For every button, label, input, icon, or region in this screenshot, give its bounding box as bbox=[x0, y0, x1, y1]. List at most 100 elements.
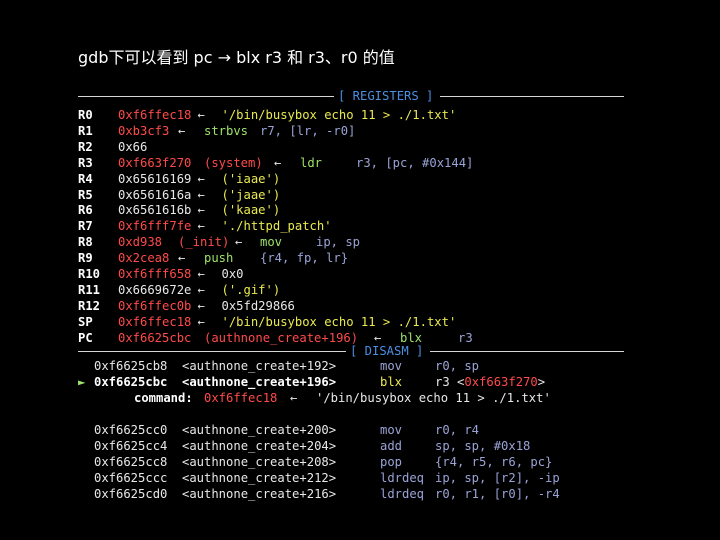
pointer-arrow: ← bbox=[274, 155, 282, 170]
register-value: 0x2cea8 bbox=[118, 251, 170, 266]
disasm-operands: r0, r1, [r0], -r4 bbox=[435, 486, 560, 501]
disasm-operands: sp, sp, #0x18 bbox=[435, 438, 531, 453]
register-value: 0xf663f270 bbox=[118, 155, 192, 170]
register-value: 0xf6fff658 bbox=[118, 267, 192, 281]
disasm-row: 0xf6625cb8 <authnone_create+192> mov r0, sp bbox=[78, 358, 624, 374]
disasm-header: [ DISASM ] bbox=[78, 343, 624, 359]
instruction-mnemonic: push bbox=[204, 251, 234, 266]
register-value: 0x65616169 bbox=[118, 171, 192, 186]
disasm-mnemonic: add bbox=[380, 438, 403, 453]
disasm-operands: r0, r4 bbox=[435, 423, 480, 437]
register-value: 0x6561616b bbox=[118, 203, 192, 218]
registers-header: [ REGISTERS ] bbox=[78, 88, 624, 104]
register-name: R2 bbox=[78, 139, 93, 154]
register-value: 0x66 bbox=[118, 139, 148, 154]
register-name: R6 bbox=[78, 203, 93, 218]
register-name: R7 bbox=[78, 219, 93, 234]
disasm-symbol: <authnone_create+200> bbox=[182, 423, 337, 437]
register-value: 0xf6fff7fe bbox=[118, 219, 192, 234]
register-row: R3 0xf663f270 (system) ← ldr r3, [pc, #0x144] bbox=[78, 155, 624, 171]
pointer-arrow: ← bbox=[197, 314, 205, 329]
disasm-symbol: <authnone_create+212> bbox=[182, 470, 337, 485]
pointer-arrow: ← bbox=[197, 187, 205, 202]
disasm-operands: {r4, r5, r6, pc} bbox=[435, 454, 553, 469]
command-label: command: bbox=[134, 391, 193, 405]
gdb-terminal: [ REGISTERS ] R0 0xf6ffec18 ← '/bin/busybox… bbox=[78, 88, 624, 503]
pointer-arrow: ← bbox=[197, 282, 205, 297]
instruction-operands: {r4, fp, lr} bbox=[260, 251, 349, 266]
register-row: SP 0xf6ffec18 ← '/bin/busybox echo 11 > ./1… bbox=[78, 314, 624, 330]
pointer-arrow: ← bbox=[197, 108, 205, 122]
disasm-row: 0xf6625cc4 <authnone_create+204> add sp, sp… bbox=[78, 438, 624, 454]
register-deref: '/bin/busybox echo 11 > ./1.txt' bbox=[221, 314, 457, 329]
disasm-row: 0xf6625cd0 <authnone_create+216> ldrdeq r0,… bbox=[78, 486, 624, 502]
disasm-address: 0xf6625cd0 bbox=[94, 486, 168, 501]
register-name: R11 bbox=[78, 282, 101, 297]
disasm-symbol: <authnone_create+204> bbox=[182, 438, 337, 453]
register-row: R4 0x65616169 ← ('iaae') bbox=[78, 171, 624, 187]
disasm-address: 0xf6625cc8 bbox=[94, 454, 168, 469]
command-row: command: 0xf6ffec18 ← '/bin/busybox echo 11… bbox=[78, 390, 624, 406]
disasm-mnemonic: ldrdeq bbox=[380, 470, 425, 485]
pointer-arrow: ← bbox=[178, 251, 186, 266]
register-row: R1 0xb3cf3 ← strbvs r7, [lr, -r0] bbox=[78, 123, 624, 139]
disasm-address: 0xf6625cc4 bbox=[94, 438, 168, 453]
disasm-mnemonic: mov bbox=[380, 423, 403, 437]
register-value: 0xf6ffec18 bbox=[118, 108, 192, 122]
disasm-operands: r3 <0xf663f270> bbox=[435, 374, 546, 389]
register-symbol: (system) bbox=[204, 155, 263, 170]
disasm-operands: ip, sp, [r2], -ip bbox=[435, 470, 560, 485]
register-row: R7 0xf6fff7fe ← './httpd_patch' bbox=[78, 218, 624, 234]
disasm-address: 0xf6625cc0 bbox=[94, 423, 168, 437]
register-symbol: (_init) bbox=[178, 235, 230, 250]
register-deref: './httpd_patch' bbox=[221, 219, 332, 234]
disasm-mnemonic: mov bbox=[380, 359, 403, 373]
register-deref: ('jaae') bbox=[221, 187, 281, 202]
pointer-arrow: ← bbox=[197, 171, 205, 186]
pointer-arrow: ← bbox=[178, 123, 186, 138]
register-row: R11 0x6669672e ← ('.gif') bbox=[78, 282, 624, 298]
register-value: 0xb3cf3 bbox=[118, 123, 170, 138]
register-deref: 0x0 bbox=[221, 267, 244, 281]
register-row: R9 0x2cea8 ← push {r4, fp, lr} bbox=[78, 250, 624, 266]
disasm-mnemonic: ldrdeq bbox=[380, 486, 425, 501]
register-name: R1 bbox=[78, 123, 93, 138]
instruction-mnemonic: mov bbox=[260, 235, 283, 250]
register-value: 0xf6ffec18 bbox=[118, 314, 192, 329]
register-name: R12 bbox=[78, 298, 101, 313]
register-name: R5 bbox=[78, 187, 93, 202]
disasm-mnemonic: pop bbox=[380, 454, 403, 469]
command-value: 0xf6ffec18 bbox=[204, 391, 278, 405]
register-name: R8 bbox=[78, 235, 93, 250]
disasm-address: 0xf6625cbc bbox=[94, 374, 168, 389]
instruction-mnemonic: strbvs bbox=[204, 123, 249, 138]
disasm-symbol: <authnone_create+196> bbox=[182, 374, 337, 389]
disasm-symbol: <authnone_create+208> bbox=[182, 454, 337, 469]
disasm-mnemonic: blx bbox=[380, 374, 403, 389]
register-name: R10 bbox=[78, 267, 101, 281]
disasm-row: 0xf6625ccc <authnone_create+212> ldrdeq ip,… bbox=[78, 470, 624, 486]
instruction-mnemonic: ldr bbox=[300, 155, 323, 170]
register-deref: 0x5fd29866 bbox=[221, 298, 295, 313]
disasm-row: 0xf6625cc0 <authnone_create+200> mov r0, r4 bbox=[78, 422, 624, 438]
pointer-arrow: ← bbox=[235, 235, 243, 250]
pointer-arrow: ← bbox=[197, 298, 205, 313]
instruction-operands: r7, [lr, -r0] bbox=[260, 123, 356, 138]
disasm-symbol: <authnone_create+192> bbox=[182, 359, 337, 373]
registers-header-label: [ REGISTERS ] bbox=[338, 89, 434, 103]
pointer-arrow: ← bbox=[290, 391, 298, 405]
slide-title: gdb下可以看到 pc → blx r3 和 r3、r0 的值 bbox=[78, 48, 395, 67]
pointer-arrow: ← bbox=[197, 219, 205, 234]
register-row: R10 0xf6fff658 ← 0x0 bbox=[78, 266, 624, 282]
instruction-operands: ip, sp bbox=[316, 235, 361, 250]
register-row: R5 0x6561616a ← ('jaae') bbox=[78, 187, 624, 203]
register-deref: '/bin/busybox echo 11 > ./1.txt' bbox=[221, 108, 457, 122]
register-row: R6 0x6561616b ← ('kaae') bbox=[78, 202, 624, 218]
register-deref: ('kaae') bbox=[221, 203, 281, 218]
instruction-operands: r3, [pc, #0x144] bbox=[356, 155, 474, 170]
disasm-header-label: [ DISASM ] bbox=[350, 344, 424, 358]
register-row: R12 0xf6ffec0b ← 0x5fd29866 bbox=[78, 298, 624, 314]
register-value: 0xf6ffec0b bbox=[118, 298, 192, 313]
register-value: 0xd938 bbox=[118, 235, 163, 250]
register-name: R9 bbox=[78, 251, 93, 266]
